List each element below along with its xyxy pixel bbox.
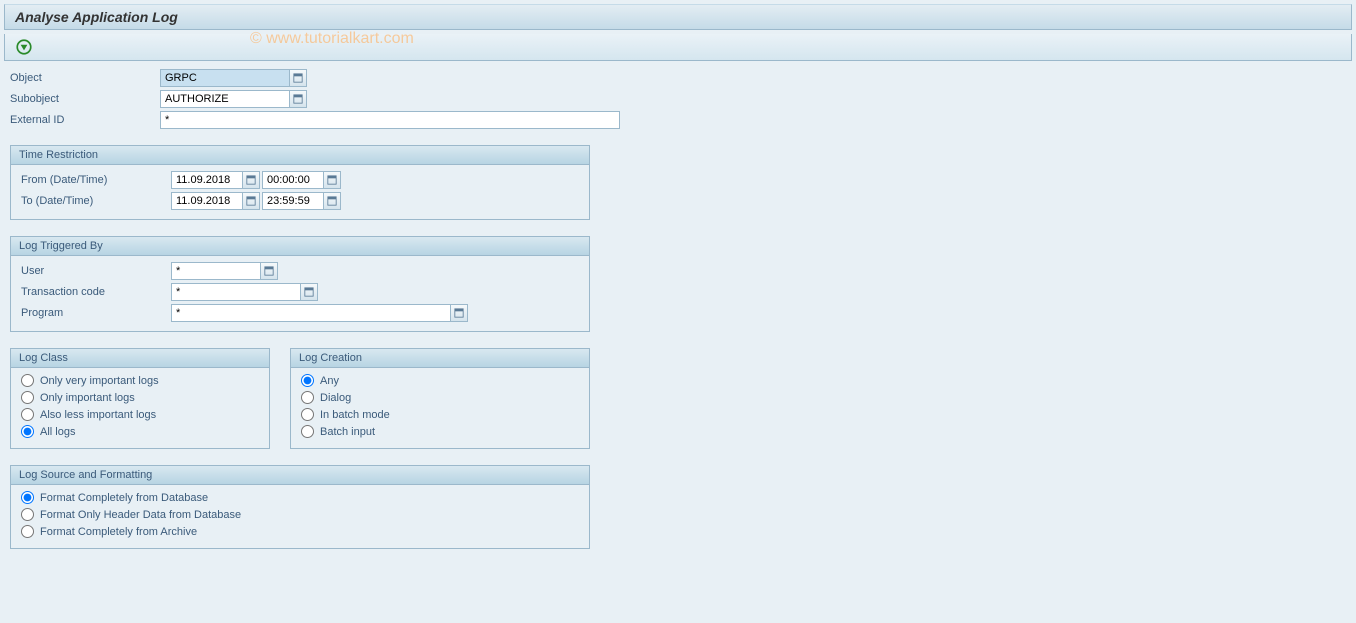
log-source-group: Log Source and Formatting Format Complet…	[10, 465, 590, 549]
log-creation-option[interactable]: Any	[301, 374, 579, 387]
subobject-label: Subobject	[10, 93, 160, 105]
log-creation-radio-label: In batch mode	[320, 409, 390, 421]
log-creation-option[interactable]: Dialog	[301, 391, 579, 404]
page-title: Analyse Application Log	[4, 4, 1352, 30]
external-id-input[interactable]	[160, 111, 620, 129]
toolbar	[4, 34, 1352, 61]
from-label: From (Date/Time)	[21, 174, 171, 186]
log-triggered-group: Log Triggered By User Transaction code P…	[10, 236, 590, 332]
log-triggered-header: Log Triggered By	[11, 237, 589, 256]
user-input[interactable]	[171, 262, 261, 280]
log-source-option[interactable]: Format Only Header Data from Database	[21, 508, 579, 521]
log-creation-radio[interactable]	[301, 408, 314, 421]
log-class-radio-label: Also less important logs	[40, 409, 156, 421]
from-date-input[interactable]	[171, 171, 243, 189]
object-label: Object	[10, 72, 160, 84]
log-creation-radio[interactable]	[301, 391, 314, 404]
from-date-f4-icon[interactable]	[242, 171, 260, 189]
to-date-f4-icon[interactable]	[242, 192, 260, 210]
program-label: Program	[21, 307, 171, 319]
execute-icon[interactable]	[15, 38, 33, 56]
log-source-radio-label: Format Completely from Database	[40, 492, 208, 504]
log-source-option[interactable]: Format Completely from Archive	[21, 525, 579, 538]
object-f4-icon[interactable]	[289, 69, 307, 87]
log-source-radio[interactable]	[21, 491, 34, 504]
program-f4-icon[interactable]	[450, 304, 468, 322]
to-time-input[interactable]	[262, 192, 324, 210]
log-source-option[interactable]: Format Completely from Database	[21, 491, 579, 504]
log-class-radio[interactable]	[21, 374, 34, 387]
time-restriction-header: Time Restriction	[11, 146, 589, 165]
log-creation-radio-label: Batch input	[320, 426, 375, 438]
log-class-radio[interactable]	[21, 408, 34, 421]
log-class-option[interactable]: Only very important logs	[21, 374, 259, 387]
log-source-header: Log Source and Formatting	[11, 466, 589, 485]
log-creation-option[interactable]: Batch input	[301, 425, 579, 438]
program-input[interactable]	[171, 304, 451, 322]
log-class-radio-label: All logs	[40, 426, 75, 438]
log-source-radio[interactable]	[21, 525, 34, 538]
log-class-option[interactable]: Also less important logs	[21, 408, 259, 421]
log-source-radio-label: Format Completely from Archive	[40, 526, 197, 538]
object-input[interactable]	[160, 69, 290, 87]
log-creation-radio[interactable]	[301, 374, 314, 387]
log-class-option[interactable]: Only important logs	[21, 391, 259, 404]
subobject-input[interactable]	[160, 90, 290, 108]
log-class-radio[interactable]	[21, 425, 34, 438]
log-creation-header: Log Creation	[291, 349, 589, 368]
log-creation-option[interactable]: In batch mode	[301, 408, 579, 421]
user-label: User	[21, 265, 171, 277]
log-creation-radio-label: Any	[320, 375, 339, 387]
tcode-label: Transaction code	[21, 286, 171, 298]
log-class-radio[interactable]	[21, 391, 34, 404]
from-time-input[interactable]	[262, 171, 324, 189]
to-label: To (Date/Time)	[21, 195, 171, 207]
log-source-radio[interactable]	[21, 508, 34, 521]
user-f4-icon[interactable]	[260, 262, 278, 280]
from-time-f4-icon[interactable]	[323, 171, 341, 189]
title-text: Analyse Application Log	[15, 9, 178, 25]
log-creation-radio-label: Dialog	[320, 392, 351, 404]
log-class-radio-label: Only very important logs	[40, 375, 159, 387]
log-class-radio-label: Only important logs	[40, 392, 135, 404]
subobject-f4-icon[interactable]	[289, 90, 307, 108]
log-creation-radio[interactable]	[301, 425, 314, 438]
log-creation-group: Log Creation Any Dialog In batch mode Ba…	[290, 348, 590, 449]
to-date-input[interactable]	[171, 192, 243, 210]
log-class-group: Log Class Only very important logs Only …	[10, 348, 270, 449]
external-id-label: External ID	[10, 114, 160, 126]
tcode-input[interactable]	[171, 283, 301, 301]
log-class-header: Log Class	[11, 349, 269, 368]
to-time-f4-icon[interactable]	[323, 192, 341, 210]
time-restriction-group: Time Restriction From (Date/Time) To (Da…	[10, 145, 590, 220]
tcode-f4-icon[interactable]	[300, 283, 318, 301]
content: Object Subobject External ID Time Restri…	[0, 69, 1356, 549]
log-class-option[interactable]: All logs	[21, 425, 259, 438]
log-source-radio-label: Format Only Header Data from Database	[40, 509, 241, 521]
